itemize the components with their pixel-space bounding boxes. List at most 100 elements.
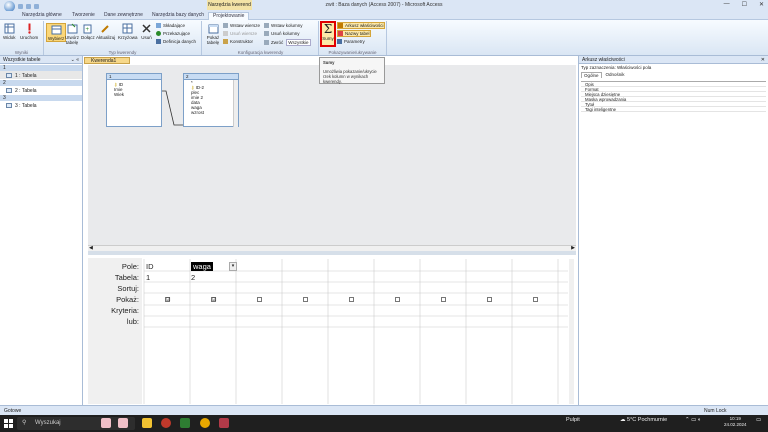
row-label-criteria: Kryteria:: [111, 306, 139, 315]
news-widget-icon[interactable]: [101, 418, 111, 428]
table-field-list[interactable]: 1 ⚷ ID Imie Wiek: [106, 73, 162, 127]
grid-field-cell-selected[interactable]: waga: [191, 262, 213, 271]
data-definition-icon: [156, 39, 161, 44]
nav-item-table[interactable]: 1 : Tabela: [0, 71, 82, 79]
field-dropdown-chevron-icon[interactable]: ▾: [229, 262, 237, 271]
table-icon: [6, 103, 12, 108]
property-sheet-button[interactable]: Arkusz właściwości: [337, 22, 385, 29]
show-checkbox[interactable]: [257, 297, 262, 302]
make-table-button[interactable]: Utwórz tabelę: [65, 23, 79, 45]
delete-columns-button[interactable]: Usuń kolumny: [264, 31, 300, 36]
grid-row-labels: Pole: Tabela: Sortuj: Pokaż: Kryteria: l…: [88, 258, 142, 404]
totals-button[interactable]: Σ Sumy: [320, 21, 336, 47]
table-icon: [6, 88, 12, 93]
tab-general[interactable]: Ogólne: [581, 72, 602, 78]
tab-database-tools[interactable]: Narzędzia bazy danych: [152, 12, 204, 18]
window-title: zwit : Baza danych (Access 2007) - Micro…: [325, 2, 443, 8]
status-text: Gotowe: [4, 408, 22, 414]
chrome-icon[interactable]: [200, 418, 210, 428]
field-list-scrollbar[interactable]: [233, 80, 238, 127]
minimize-button[interactable]: —: [724, 1, 730, 8]
delete-rows-button[interactable]: Usuń wiersze: [223, 31, 257, 36]
exclamation-icon: [27, 23, 31, 34]
notifications-icon[interactable]: ▭: [756, 417, 761, 423]
grid-vertical-scrollbar[interactable]: [569, 259, 574, 404]
nav-header-chevrons[interactable]: ⌄ «: [71, 57, 79, 63]
nav-header[interactable]: Wszystkie tabele ⌄ «: [0, 56, 82, 64]
clock[interactable]: 10:19 24.02.2024: [724, 416, 747, 428]
crosstab-icon: [122, 23, 133, 34]
pencil-icon: [101, 25, 109, 33]
show-checkbox-checked[interactable]: ☑: [211, 297, 216, 303]
insert-rows-icon: [223, 23, 228, 28]
weather-widget[interactable]: ☁ 5°C Pochmurnie: [620, 417, 667, 423]
tab-create[interactable]: Tworzenie: [72, 12, 95, 18]
windows-start-icon[interactable]: [4, 419, 13, 428]
crosstab-button[interactable]: Krzyżowa: [118, 23, 138, 40]
insert-columns-button[interactable]: Wstaw kolumny: [264, 23, 303, 28]
run-button[interactable]: Uruchom: [20, 23, 38, 40]
tab-design[interactable]: Projektowanie: [208, 12, 250, 20]
show-table-button[interactable]: Pokaż tabelę: [206, 23, 220, 45]
opera-icon[interactable]: [161, 418, 171, 428]
tab-home[interactable]: Narzędzia główne: [22, 12, 62, 18]
tab-external-data[interactable]: Dane zewnętrzne: [104, 12, 143, 18]
show-checkbox[interactable]: [395, 297, 400, 302]
property-row[interactable]: Tagi inteligentne: [581, 107, 766, 112]
append-button[interactable]: + Dołącz: [81, 23, 95, 40]
grid-table-cell[interactable]: 1: [146, 273, 150, 282]
show-checkbox[interactable]: [303, 297, 308, 302]
tab-lookup[interactable]: Odnośnik: [606, 72, 625, 78]
grid-table-cell[interactable]: 2: [191, 273, 195, 282]
parameters-button[interactable]: Parametry: [337, 39, 365, 44]
tray-icons[interactable]: ⌃ ▭ ◐: [685, 417, 701, 423]
table-title[interactable]: 1: [107, 74, 161, 80]
close-icon[interactable]: ✕: [761, 57, 765, 63]
insert-rows-button[interactable]: Wstaw wiersze: [223, 23, 260, 28]
excel-icon[interactable]: [180, 418, 190, 428]
delete-button[interactable]: Usuń: [141, 23, 152, 40]
access-icon[interactable]: [219, 418, 229, 428]
nav-item-table[interactable]: 2 : Tabela: [0, 86, 82, 94]
pass-through-button[interactable]: Przekazujące: [156, 31, 190, 36]
parameters-icon: [337, 39, 342, 44]
field-item[interactable]: wzrost: [184, 110, 238, 115]
desktop-toolbar[interactable]: Pulpit: [566, 417, 580, 423]
show-checkbox[interactable]: [441, 297, 446, 302]
view-button[interactable]: Widok: [3, 23, 16, 40]
return-dropdown[interactable]: Wszystkie: [286, 39, 311, 46]
group-label-query-setup: Konfiguracja kwerendy: [237, 50, 284, 55]
file-explorer-icon[interactable]: [142, 418, 152, 428]
property-sheet: Arkusz właściwości ✕ Typ zaznaczenia: Wła…: [578, 56, 768, 405]
group-query-type: Wybierz Utwórz tabelę + Dołącz Aktualizu…: [44, 21, 202, 55]
insert-columns-icon: [264, 23, 269, 28]
union-icon: [156, 23, 161, 28]
select-query-button[interactable]: Wybierz: [46, 23, 67, 42]
row-label-or: lub:: [126, 317, 139, 326]
field-item[interactable]: Wiek: [107, 92, 161, 97]
group-label-show-hide: Pokazywanie/ukrywanie: [328, 50, 377, 55]
maximize-button[interactable]: ☐: [742, 1, 747, 8]
show-checkbox[interactable]: [533, 297, 538, 302]
builder-button[interactable]: Konstruktor: [223, 39, 253, 44]
show-checkbox[interactable]: [487, 297, 492, 302]
nav-item-table[interactable]: 3 : Tabela: [0, 101, 82, 109]
delete-icon: [142, 24, 151, 33]
show-checkbox-checked[interactable]: ☑: [165, 297, 170, 303]
close-button[interactable]: ✕: [759, 1, 764, 8]
return-control: Zwróć Wszystkie: [264, 39, 311, 46]
totals-tooltip: Sumy Umożliwia pokazanie/ukrycie rzek ko…: [319, 57, 385, 84]
grid-field-cell[interactable]: ID: [146, 262, 154, 271]
query-design-grid[interactable]: [88, 255, 576, 404]
table-names-button[interactable]: Nazwy tabel: [337, 30, 371, 37]
update-button[interactable]: Aktualizuj: [96, 23, 115, 40]
table-names-icon: [338, 31, 343, 36]
navigation-pane: Wszystkie tabele ⌄ « 1 1 : Tabela 2 2 : T…: [0, 56, 83, 405]
delete-rows-icon: [223, 31, 228, 36]
news-widget-icon[interactable]: [118, 418, 128, 428]
data-definition-button[interactable]: Definicja danych: [156, 39, 196, 44]
document-tab[interactable]: Kwerenda1: [84, 57, 130, 64]
union-button[interactable]: Składające: [156, 23, 185, 28]
show-checkbox[interactable]: [349, 297, 354, 302]
table-field-list[interactable]: 2 * ⚷ ID-2 plec imie 2 data waga wzrost: [183, 73, 239, 127]
